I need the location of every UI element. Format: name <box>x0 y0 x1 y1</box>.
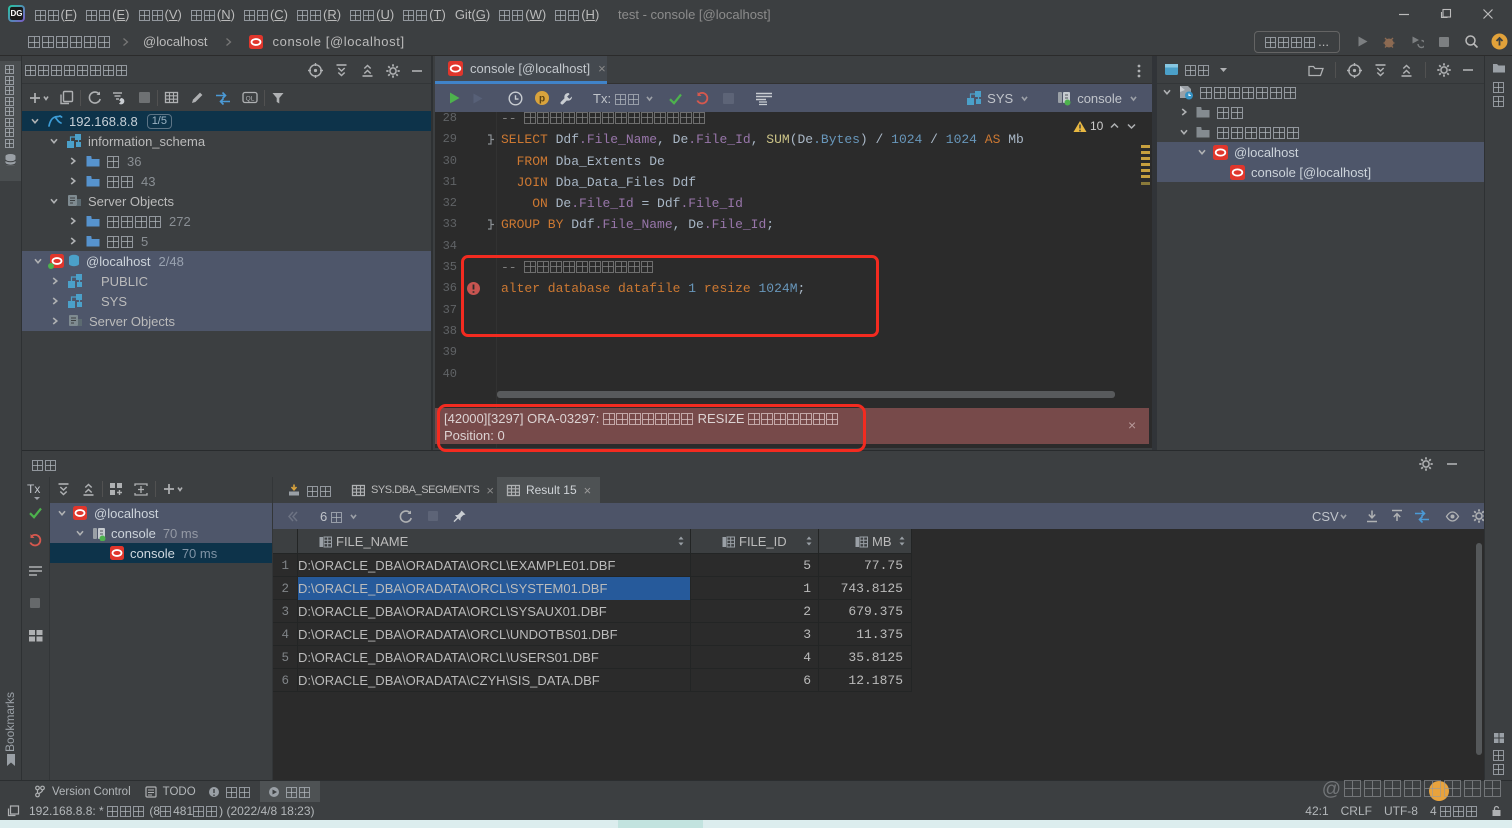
svg-text:p: p <box>539 94 545 105</box>
svg-text:QL: QL <box>246 96 255 103</box>
